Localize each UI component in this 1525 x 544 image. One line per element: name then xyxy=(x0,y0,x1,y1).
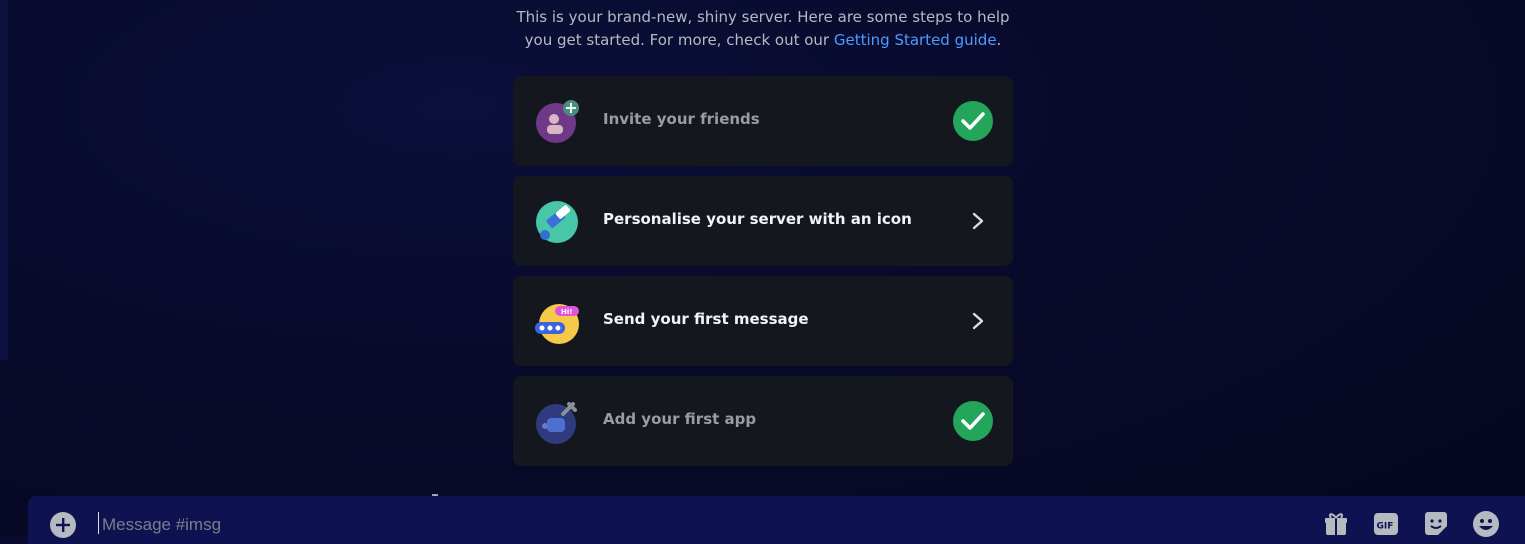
step-add-app[interactable]: Add your first app xyxy=(513,376,1013,466)
svg-text:GIF: GIF xyxy=(1377,522,1394,532)
step-send-message[interactable]: Hi! Send your first message xyxy=(513,276,1013,366)
chevron-right-icon xyxy=(972,312,984,330)
intro-text: This is your brand-new, shiny server. He… xyxy=(513,6,1013,52)
chat-bubble-icon: Hi! xyxy=(535,304,579,344)
step-personalise-icon[interactable]: Personalise your server with an icon xyxy=(513,176,1013,266)
step-invite-friends[interactable]: Invite your friends xyxy=(513,76,1013,166)
emoji-icon[interactable] xyxy=(1472,510,1500,538)
completed-check-icon xyxy=(953,401,993,441)
left-edge-bar xyxy=(0,0,8,360)
message-composer: GIF xyxy=(28,496,1525,544)
text-caret xyxy=(98,512,99,534)
intro-period: . xyxy=(996,31,1002,49)
chevron-right-icon xyxy=(972,212,984,230)
step-label: Send your first message xyxy=(603,310,809,328)
wrench-icon xyxy=(536,402,577,444)
sticker-icon[interactable] xyxy=(1422,510,1450,538)
gift-icon[interactable] xyxy=(1322,510,1350,538)
invite-friends-icon xyxy=(536,100,579,143)
add-attachment-button[interactable] xyxy=(50,512,76,538)
step-label: Invite your friends xyxy=(603,110,760,128)
step-label: Personalise your server with an icon xyxy=(603,210,912,228)
gif-icon[interactable]: GIF xyxy=(1372,510,1400,538)
message-input[interactable] xyxy=(100,513,904,537)
step-label: Add your first app xyxy=(603,410,757,428)
completed-check-icon xyxy=(953,101,993,141)
paintbrush-icon xyxy=(536,201,578,243)
getting-started-link[interactable]: Getting Started guide xyxy=(834,31,997,49)
svg-text:Hi!: Hi! xyxy=(561,308,572,316)
